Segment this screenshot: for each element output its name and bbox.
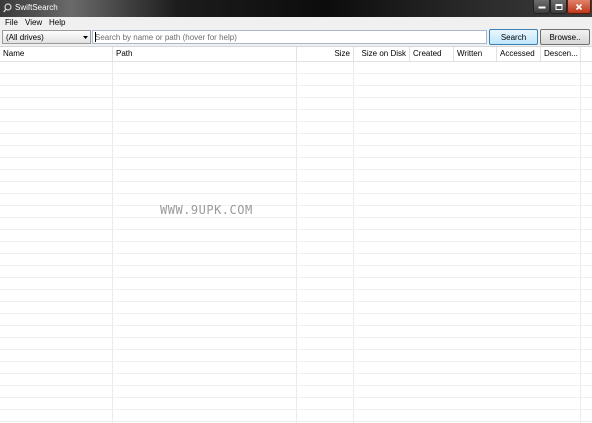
minimize-icon bbox=[538, 6, 545, 8]
results-list[interactable]: Name Path Size Size on Disk Created Writ… bbox=[0, 46, 592, 423]
maximize-button[interactable] bbox=[550, 0, 567, 14]
column-header-row: Name Path Size Size on Disk Created Writ… bbox=[0, 47, 592, 62]
drive-dropdown-value: (All drives) bbox=[6, 33, 44, 42]
window-title: SwiftSearch bbox=[15, 3, 58, 12]
column-header-size[interactable]: Size bbox=[297, 47, 354, 62]
maximize-icon bbox=[555, 3, 562, 10]
menu-file[interactable]: File bbox=[5, 18, 18, 27]
column-header-accessed[interactable]: Accessed bbox=[497, 47, 541, 62]
watermark-text: WWW.9UPK.COM bbox=[160, 203, 253, 217]
menu-bar: File View Help bbox=[0, 17, 592, 29]
minimize-button[interactable] bbox=[533, 0, 550, 14]
toolbar: (All drives) Search Browse.. bbox=[0, 29, 592, 46]
column-header-descendants[interactable]: Descen... bbox=[541, 47, 581, 62]
swiftsearch-window: SwiftSearch File View Help (All drives) … bbox=[0, 0, 592, 423]
browse-button[interactable]: Browse.. bbox=[540, 29, 590, 45]
menu-view[interactable]: View bbox=[25, 18, 42, 27]
title-bar[interactable]: SwiftSearch bbox=[0, 0, 592, 17]
column-header-name[interactable]: Name bbox=[0, 47, 113, 62]
menu-help[interactable]: Help bbox=[49, 18, 65, 27]
text-caret bbox=[95, 32, 96, 42]
column-header-written[interactable]: Written bbox=[454, 47, 497, 62]
column-header-size-on-disk[interactable]: Size on Disk bbox=[354, 47, 410, 62]
column-header-path[interactable]: Path bbox=[113, 47, 297, 62]
close-icon bbox=[575, 3, 583, 10]
magnifier-app-icon bbox=[3, 3, 12, 13]
drive-dropdown[interactable]: (All drives) bbox=[2, 30, 91, 44]
search-input[interactable] bbox=[92, 30, 487, 44]
chevron-down-icon bbox=[83, 36, 88, 39]
close-button[interactable] bbox=[567, 0, 591, 14]
search-button[interactable]: Search bbox=[489, 29, 538, 45]
column-header-created[interactable]: Created bbox=[410, 47, 454, 62]
results-grid bbox=[0, 62, 592, 423]
